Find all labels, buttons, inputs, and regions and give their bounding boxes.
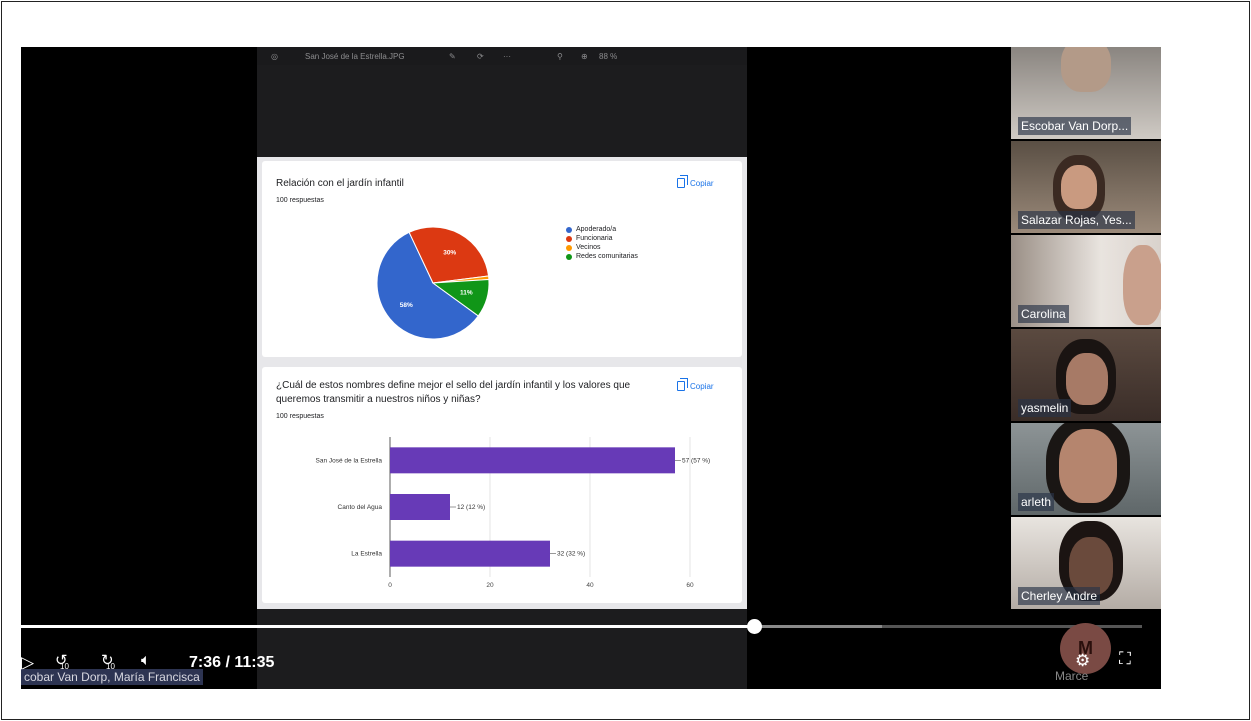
legend-label: Redes comunitarias [576, 253, 638, 260]
category-label: Canto del Agua [338, 504, 383, 511]
more-options[interactable]: ··· [503, 52, 511, 61]
participant-name: Carolina [1018, 305, 1069, 323]
pie-slice-label: 11% [460, 290, 473, 297]
bar [390, 494, 450, 520]
participant-name: Salazar Rojas, Yes... [1018, 211, 1135, 229]
shared-screen: ◎ San José de la Estrella.JPG ✎ ⟳ ··· ⚲ … [257, 47, 747, 689]
participant-name: Cherley Andre [1018, 587, 1101, 605]
legend-item: Vecinos [566, 243, 638, 252]
participant-tile[interactable]: Carolina [1011, 235, 1161, 327]
legend-item: Apoderado/a [566, 225, 638, 234]
participant-tile[interactable]: yasmelin [1011, 329, 1161, 421]
pie-slice-label: 30% [443, 250, 456, 257]
player-controls: ▷ ↺ 10 ↻ 10 🔈︎ 7:36 / 11:35 cobar Van Dorp… [21, 617, 1161, 689]
screenshot-frame: ◎ San José de la Estrella.JPG ✎ ⟳ ··· ⚲ … [1, 1, 1250, 720]
image-viewer-toolbar: ◎ San José de la Estrella.JPG ✎ ⟳ ··· ⚲ … [257, 47, 747, 65]
data-label: 12 (12 %) [457, 504, 485, 511]
legend-label: Apoderado/a [576, 226, 617, 233]
participant-tile[interactable]: arleth [1011, 423, 1161, 515]
legend-label: Funcionaria [576, 235, 613, 242]
pie-slice-label: 58% [400, 302, 413, 309]
fullscreen-icon[interactable]: ⛶ [1119, 649, 1131, 669]
skip-back-icon[interactable]: ↺ 10 [55, 651, 69, 671]
question-card-relacion: Relación con el jardín infantil 100 resp… [262, 161, 742, 357]
form-summary-document: Relación con el jardín infantil 100 resp… [257, 157, 747, 609]
data-label: 32 (32 %) [557, 551, 585, 558]
progress-played [21, 625, 754, 628]
pie-legend: Apoderado/a Funcionaria Vecinos Redes comun… [566, 225, 638, 261]
participant-tile[interactable]: Cherley Andre [1011, 517, 1161, 609]
avatar-name: Marce [1055, 669, 1089, 683]
participant-name: Escobar Van Dorp... [1018, 117, 1132, 135]
x-tick-label: 40 [586, 582, 594, 589]
video-player[interactable]: ◎ San José de la Estrella.JPG ✎ ⟳ ··· ⚲ … [21, 47, 1161, 689]
data-label: 57 (57 %) [682, 457, 710, 464]
participant-name: arleth [1018, 493, 1055, 511]
zoom-level: 88 % [599, 51, 618, 61]
edit-icon[interactable]: ✎ [449, 52, 456, 61]
x-tick-label: 0 [388, 582, 392, 589]
bar [390, 447, 675, 474]
legend-swatch [566, 235, 572, 242]
viewer-filename: San José de la Estrella.JPG [305, 51, 405, 61]
settings-icon[interactable]: ⚙ [1075, 651, 1090, 671]
question-card-nombre: ¿Cuál de estos nombres define mejor el s… [262, 367, 742, 603]
bar [390, 540, 550, 567]
rotate-icon[interactable]: ⟳ [477, 52, 484, 61]
legend-item: Funcionaria [566, 234, 638, 243]
viewer-app-icon[interactable]: ◎ [271, 52, 278, 61]
x-tick-label: 60 [686, 582, 694, 589]
x-tick-label: 20 [486, 582, 494, 589]
legend-label: Vecinos [576, 244, 601, 251]
legend-item: Redes comunitarias [566, 252, 638, 261]
zoom-in-icon[interactable]: ⊕ [581, 52, 588, 61]
active-speaker-label: cobar Van Dorp, María Francisca [21, 669, 203, 685]
bar-chart: 0 20 40 60 San José de la Estrella 57 (57 %) C… [316, 437, 710, 589]
progress-thumb[interactable] [747, 619, 762, 634]
legend-swatch [566, 244, 572, 251]
legend-swatch [566, 226, 572, 233]
participant-tile[interactable]: Salazar Rojas, Yes... [1011, 141, 1161, 233]
category-label: La Estrella [351, 551, 382, 558]
pie-chart: 58% 30% 11% [376, 226, 490, 340]
participant-name: yasmelin [1018, 399, 1072, 417]
category-label: San José de la Estrella [316, 457, 383, 464]
skip-forward-icon[interactable]: ↻ 10 [101, 651, 115, 671]
participant-tile[interactable]: Escobar Van Dorp... [1011, 47, 1161, 139]
participant-gallery: Escobar Van Dorp... Salazar Rojas, Yes..… [1011, 47, 1161, 609]
volume-icon[interactable]: 🔈︎ [141, 652, 151, 670]
zoom-out-icon[interactable]: ⚲ [557, 52, 563, 61]
legend-swatch [566, 253, 572, 260]
